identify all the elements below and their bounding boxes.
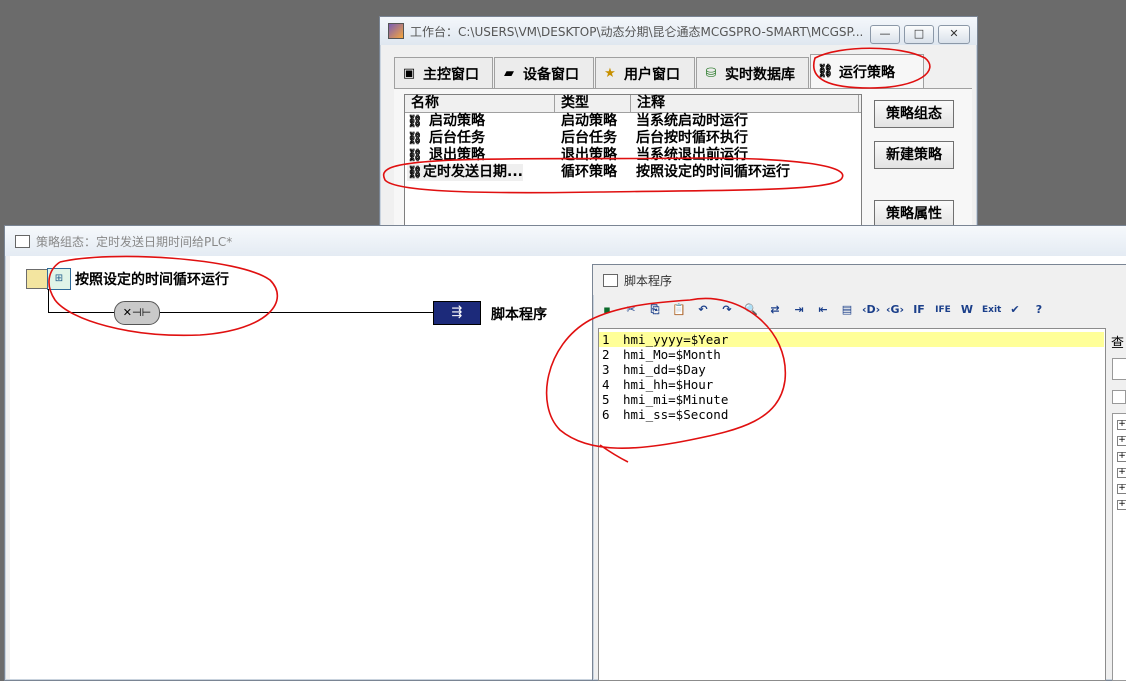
list-header: 名称 类型 注释 [405,95,861,113]
strategy-compose-button[interactable]: 策略组态 [874,100,954,128]
flow-line-vertical [48,289,49,313]
close-button[interactable]: ✕ [938,25,970,44]
indent-icon[interactable]: ⇥ [790,301,808,319]
maximize-button[interactable]: □ [904,25,934,44]
line-number: 1 [602,332,610,347]
script-titlebar[interactable]: 脚本程序 [593,265,1126,295]
code-text: hmi_ss=$Second [623,407,729,422]
flow-line [48,312,433,313]
while-icon[interactable]: W [958,301,976,319]
code-text: hmi_mi=$Minute [623,392,729,407]
strategy-icon: ⛓ [407,148,423,162]
script-title: 脚本程序 [624,273,673,288]
strategy-title: 策略组态：定时发送日期时间给PLC* [36,234,233,249]
column-name[interactable]: 名称 [405,95,555,112]
tab-device-window[interactable]: ▰ 设备窗口 [494,57,594,89]
code-text: hmi_hh=$Hour [623,377,714,392]
script-editor[interactable]: 1 hmi_yyyy=$Year 2 hmi_Mo=$Month 3 hmi_dd=$Da… [598,328,1106,681]
column-type[interactable]: 类型 [555,95,631,112]
tree-expand-icon[interactable]: + [1117,452,1126,462]
tab-realtime-database[interactable]: ⛁ 实时数据库 [696,57,809,89]
side-checkbox[interactable] [1112,390,1126,404]
paste-icon[interactable]: 📋 [670,301,688,319]
insert-g-icon[interactable]: ‹G› [886,301,904,319]
strategy-icon: ⛓ [407,165,423,179]
code-text: hmi_Mo=$Month [623,347,721,362]
tab-user-window[interactable]: ★ 用户窗口 [595,57,695,89]
code-line[interactable]: 1 hmi_yyyy=$Year [599,332,1105,347]
insert-d-icon[interactable]: ‹D› [862,301,880,319]
line-number: 3 [602,362,610,377]
redo-icon[interactable]: ↷ [718,301,736,319]
tree-expand-icon[interactable]: + [1117,468,1126,478]
strategy-properties-button[interactable]: 策略属性 [874,200,954,228]
strategy-label: 按照设定的时间循环运行 [75,272,229,288]
line-number: 6 [602,407,610,422]
device-icon: ▰ [504,65,514,81]
script-block-label: 脚本程序 [491,307,547,323]
code-line[interactable]: 2 hmi_Mo=$Month [599,347,1105,362]
code-line[interactable]: 5 hmi_mi=$Minute [599,392,1105,407]
check-icon[interactable]: ✔ [1006,301,1024,319]
script-toolbar: ▪ ✂ ⎘ 📋 ↶ ↷ 🔍 ⇄ ⇥ ⇤ ▤ ‹D› ‹G› IF IFE W Exit ✔? [598,296,1126,324]
code-text: hmi_dd=$Day [623,362,706,377]
code-line[interactable]: 6 hmi_ss=$Second [599,407,1105,422]
tree-expand-icon[interactable]: + [1117,436,1126,446]
strategy-tree-icon[interactable]: ⊞ [47,268,71,290]
strategy-list[interactable]: 名称 类型 注释 ⛓ 启动策略 启动策略 当系统启动时运行 ⛓ 后台任务 后台任务 … [404,94,862,226]
tab-main-window[interactable]: ▣ 主控窗口 [394,57,493,89]
list-item[interactable]: ⛓ 退出策略 退出策略 当系统退出前运行 [405,147,861,164]
strategy-icon: ⛓ [407,131,423,145]
code-text: hmi_yyyy=$Year [623,332,729,347]
list-item[interactable]: ⛓ 启动策略 启动策略 当系统启动时运行 [405,113,861,130]
line-number: 5 [602,392,610,407]
strategy-icon: ⛓ [407,114,423,128]
list-item[interactable]: ⛓ 后台任务 后台任务 后台按时循环执行 [405,130,861,147]
window-icon [603,273,618,287]
comment-icon[interactable]: ▤ [838,301,856,319]
condition-block[interactable]: ✕⊣⊢ [114,301,160,325]
save-icon[interactable]: ▪ [598,301,616,319]
outdent-icon[interactable]: ⇤ [814,301,832,319]
strategy-titlebar[interactable]: 策略组态：定时发送日期时间给PLC* [5,226,1126,256]
line-number: 4 [602,377,610,392]
code-line[interactable]: 3 hmi_dd=$Day [599,362,1105,377]
exit-icon[interactable]: Exit [982,301,1001,319]
find-icon[interactable]: 🔍 [742,301,760,319]
window-icon [15,234,30,248]
replace-icon[interactable]: ⇄ [766,301,784,319]
tree-expand-icon[interactable]: + [1117,420,1126,430]
app-icon [388,23,404,39]
strategy-icon: ⛓ [817,64,834,79]
help-icon[interactable]: ? [1030,301,1048,319]
search-label: 查 [1111,336,1125,351]
code-line[interactable]: 4 hmi_hh=$Hour [599,377,1105,392]
tree-expand-icon[interactable]: + [1117,484,1126,494]
window-icon: ▣ [402,65,416,81]
tab-run-strategy[interactable]: ⛓ 运行策略 [810,54,924,89]
undo-icon[interactable]: ↶ [694,301,712,319]
side-input[interactable] [1112,358,1126,380]
column-note[interactable]: 注释 [631,95,859,112]
list-item[interactable]: ⛓定时发送日期... 循环策略 按照设定的时间循环运行 [405,164,861,181]
copy-icon[interactable]: ⎘ [646,301,664,319]
if-icon[interactable]: IF [910,301,928,319]
user-window-icon: ★ [604,65,616,81]
minimize-button[interactable]: — [870,25,900,44]
if-else-icon[interactable]: IFE [934,301,952,319]
script-block-icon[interactable]: ⇶ [433,301,481,325]
folder-icon[interactable] [26,269,48,289]
workbench-title: 工作台：C:\USERS\VM\DESKTOP\动态分期\昆仑通态MCGSPRO… [410,24,864,39]
new-strategy-button[interactable]: 新建策略 [874,141,954,169]
cut-icon[interactable]: ✂ [622,301,640,319]
line-number: 2 [602,347,610,362]
database-icon: ⛁ [705,65,717,81]
tree-expand-icon[interactable]: + [1117,500,1126,510]
